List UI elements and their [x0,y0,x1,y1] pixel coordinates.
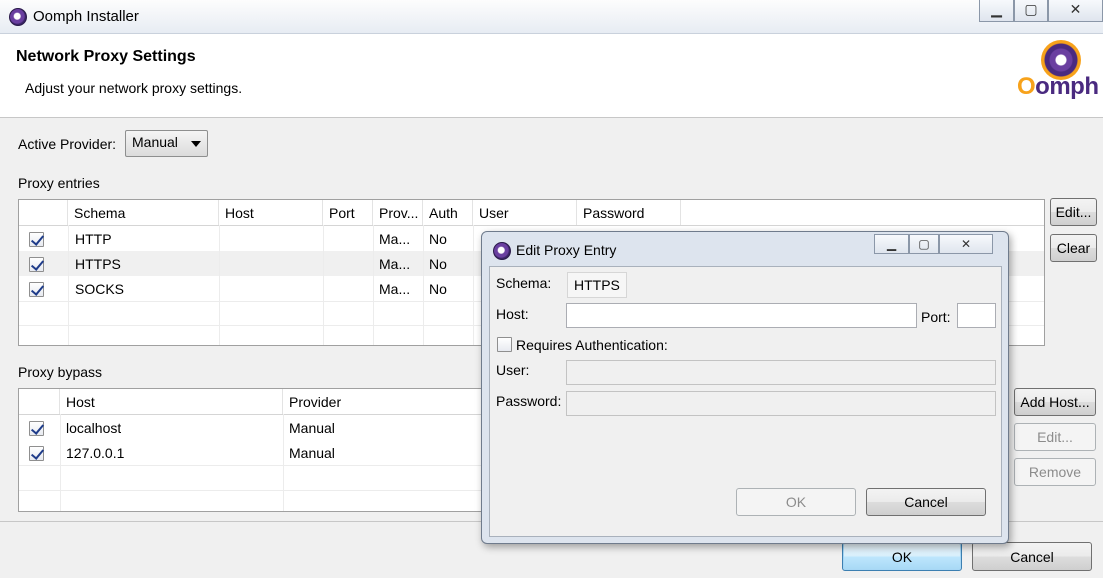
dialog-ok-button[interactable]: OK [736,488,856,516]
port-input[interactable] [957,303,996,328]
cancel-button[interactable]: Cancel [972,542,1092,571]
ok-button[interactable]: OK [842,542,962,571]
host-input[interactable] [566,303,917,328]
proxy-entries-label: Proxy entries [18,175,100,191]
oomph-logo: Oomph [1017,73,1099,100]
proxy-entry-socks-checkbox[interactable] [29,282,44,297]
dialog-minimize-button[interactable]: ▁ [874,234,909,254]
dialog-title: Edit Proxy Entry [516,242,617,258]
proxy-entry-schema: HTTPS [75,256,121,272]
clear-proxy-entry-button[interactable]: Clear [1050,234,1097,262]
requires-authentication-checkbox[interactable] [497,337,512,352]
port-label: Port: [921,309,951,325]
column-header-provider[interactable]: Provider [283,389,487,414]
proxy-entry-schema: HTTP [75,231,112,247]
oomph-app-icon [9,8,27,26]
bypass-host: localhost [66,420,122,436]
proxy-entry-auth: No [429,281,447,297]
active-provider-label: Active Provider: [18,136,117,152]
minimize-icon: ▁ [886,237,897,251]
column-header-auth[interactable]: Auth [423,200,473,225]
add-host-button[interactable]: Add Host... [1014,388,1096,416]
proxy-entry-provider: Ma... [379,281,411,297]
user-label: User: [496,362,530,378]
host-label: Host: [496,306,529,322]
oomph-dialog-icon [493,242,511,260]
dialog-cancel-button[interactable]: Cancel [866,488,986,516]
active-provider-value: Manual [132,134,178,150]
column-header-check [19,200,68,225]
active-provider-select[interactable]: Manual [125,130,208,157]
window-title: Oomph Installer [33,8,139,25]
proxy-bypass-label: Proxy bypass [18,364,103,380]
column-header-user[interactable]: User [473,200,577,225]
proxy-entry-provider: Ma... [379,256,411,272]
maximize-icon: ▢ [1024,1,1038,17]
close-window-button[interactable]: ✕ [1048,0,1103,22]
edit-proxy-entry-dialog: Edit Proxy Entry ▁ ▢ ✕ Schema: HTTPS Hos… [481,231,1009,544]
edit-proxy-entry-button[interactable]: Edit... [1050,198,1097,226]
page-title: Network Proxy Settings [16,48,196,65]
bypass-localhost-checkbox[interactable] [29,421,44,436]
proxy-bypass-table[interactable]: Host Provider localhost Manual 127.0.0.1… [18,388,488,512]
bypass-provider: Manual [289,445,335,461]
proxy-entry-auth: No [429,231,447,247]
schema-value: HTTPS [567,272,627,298]
remove-bypass-button[interactable]: Remove [1014,458,1096,486]
proxy-entry-http-checkbox[interactable] [29,232,44,247]
close-icon: ✕ [960,237,972,251]
wizard-header: Network Proxy Settings Adjust your netwo… [0,34,1103,118]
bypass-provider: Manual [289,420,335,436]
proxy-entry-schema: SOCKS [75,281,125,297]
column-header-port[interactable]: Port [323,200,373,225]
proxy-entry-https-checkbox[interactable] [29,257,44,272]
column-header-check [19,389,60,414]
page-subtitle: Adjust your network proxy settings. [25,80,243,96]
dialog-maximize-button[interactable]: ▢ [909,234,939,254]
close-icon: ✕ [1069,1,1082,17]
password-input[interactable] [566,391,996,416]
schema-label: Schema: [496,275,552,291]
column-header-provider[interactable]: Prov... [373,200,423,225]
minimize-icon: ▁ [991,1,1002,17]
maximize-button[interactable]: ▢ [1014,0,1048,22]
dialog-body: Schema: HTTPS Host: Port: Requires Authe… [489,266,1002,537]
column-header-host[interactable]: Host [60,389,283,414]
requires-authentication-label: Requires Authentication: [516,337,668,353]
bypass-127-checkbox[interactable] [29,446,44,461]
maximize-icon: ▢ [918,237,930,251]
user-input[interactable] [566,360,996,385]
password-label: Password: [496,393,562,409]
dialog-close-button[interactable]: ✕ [939,234,993,254]
edit-bypass-button[interactable]: Edit... [1014,423,1096,451]
column-header-schema[interactable]: Schema [68,200,219,225]
column-header-host[interactable]: Host [219,200,323,225]
minimize-button[interactable]: ▁ [979,0,1014,22]
proxy-entry-auth: No [429,256,447,272]
proxy-entry-provider: Ma... [379,231,411,247]
column-header-password[interactable]: Password [577,200,681,225]
window-title-bar: Oomph Installer ▁ ▢ ✕ [0,0,1103,34]
chevron-down-icon [191,141,201,147]
bypass-host: 127.0.0.1 [66,445,125,461]
